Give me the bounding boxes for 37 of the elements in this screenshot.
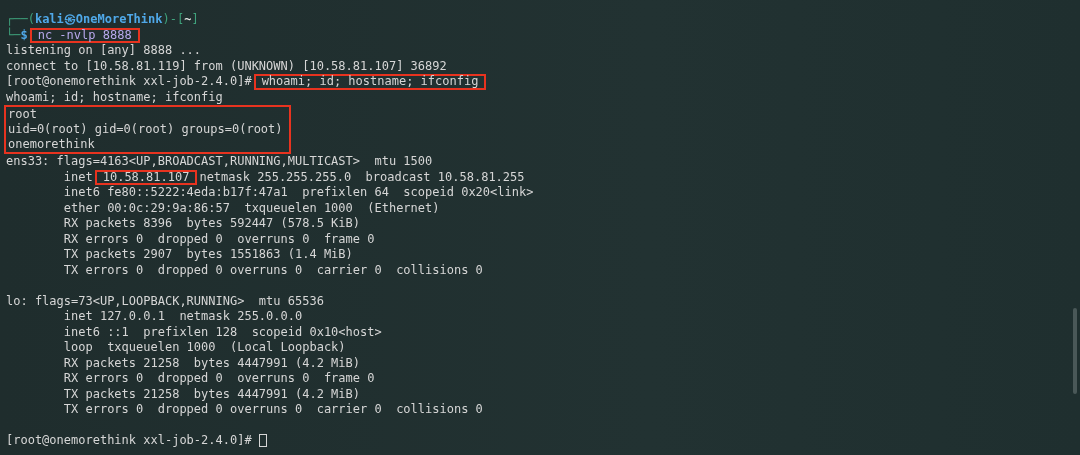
terminal-text: RX packets 21258 bytes 4447991 (4.2 MiB) [62,355,360,371]
highlighted-text: nc -nvlp 8888 [29,27,140,43]
terminal-text: )-[ [162,12,185,28]
terminal-text: RX packets 8396 bytes 592447 (578.5 KiB) [62,216,360,232]
terminal-text: [root@onemorethink xxl-job-2.4.0]# [6,74,252,90]
terminal-text: $ [20,27,28,43]
shell-prompt: [root@onemorethink xxl-job-2.4.0]# [6,433,252,449]
terminal-text: inet6 ::1 prefixlen 128 scopeid 0x10<host> [62,324,382,340]
terminal-text: root [7,107,37,122]
terminal-text: onemorethink [7,137,95,152]
terminal-text: inet6 fe80::5222:4eda:b17f:47a1 prefixlen 64 scopeid 0x20<link> [62,185,534,201]
terminal-text: RX errors 0 dropped 0 overruns 0 frame 0 [62,371,375,387]
terminal-text: └─ [6,27,21,43]
cursor-icon [258,434,267,448]
terminal-text: ether 00:0c:29:9a:86:57 txqueuelen 1000 (Ethernet) [62,200,440,216]
terminal-text: connect to [10.58.81.119] from (UNKNOWN) [10.58.81.107] 36892 [6,58,447,74]
terminal-text: TX errors 0 dropped 0 overruns 0 carrier 0 collisions 0 [62,402,483,418]
terminal-text: TX packets 21258 bytes 4447991 (4.2 MiB) [62,386,360,402]
terminal-text: ~ [184,12,192,28]
terminal-text: listening on [any] 8888 ... [6,43,202,59]
terminal-text: inet 127.0.0.1 netmask 255.0.0.0 [62,309,303,325]
scrollbar-thumb[interactable] [1073,308,1077,394]
terminal-text: TX packets 2907 bytes 1551863 (1.4 MiB) [62,247,353,263]
terminal-text: loop txqueuelen 1000 (Local Loopback) [62,340,346,356]
terminal-text: TX errors 0 dropped 0 overruns 0 carrier 0 collisions 0 [62,262,483,278]
terminal-text: ┌──( [6,12,35,27]
terminal-text: ens33: flags=4163<UP,BROADCAST,RUNNING,MULTICAST> mtu 1500 [6,154,433,170]
terminal-text: inet [62,169,93,185]
terminal-text: kali㉿OneMoreThink [34,12,163,28]
terminal-text: whoami; id; hostname; ifconfig [6,89,223,105]
highlighted-text: whoami; id; hostname; ifconfig [253,74,487,90]
terminal-text: ] [191,12,199,28]
terminal-text: lo: flags=73<UP,LOOPBACK,RUNNING> mtu 65536 [6,293,324,309]
terminal-text: netmask 255.255.255.0 broadcast 10.58.81.255 [199,169,525,185]
highlighted-text: 10.58.81.107 [94,169,198,185]
terminal-text: RX errors 0 dropped 0 overruns 0 frame 0 [62,231,375,247]
terminal-text: uid=0(root) gid=0(root) groups=0(root) [7,122,283,137]
